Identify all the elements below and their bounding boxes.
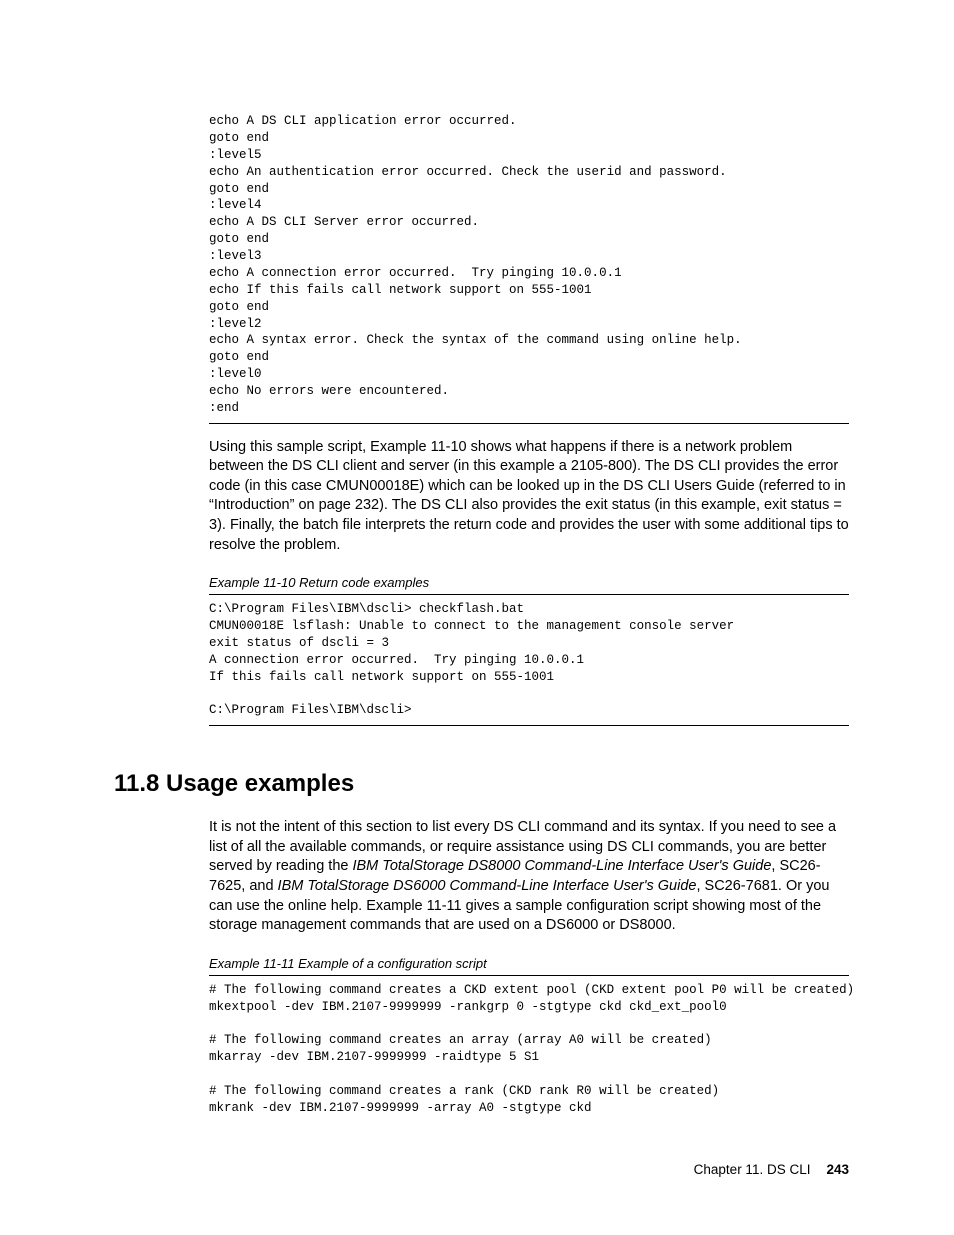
example-caption-11-10: Example 11-10 Return code examples [209,575,849,590]
page-footer: Chapter 11. DS CLI 243 [694,1162,849,1177]
paragraph-intro: Using this sample script, Example 11-10 … [209,438,849,555]
section-heading-usage: 11.8 Usage examples [114,770,849,798]
para2-italic2: IBM TotalStorage DS6000 Command-Line Int… [278,878,697,894]
paragraph-usage: It is not the intent of this section to … [209,818,849,935]
footer-page-number: 243 [826,1162,849,1177]
page: echo A DS CLI application error occurred… [0,0,954,1235]
code-block-returncodes: C:\Program Files\IBM\dscli> checkflash.b… [209,594,849,726]
footer-chapter: Chapter 11. DS CLI [694,1162,811,1177]
code-block-configscript: # The following command creates a CKD ex… [209,975,849,1123]
example-caption-11-11: Example 11-11 Example of a configuration… [209,956,849,971]
para2-italic1: IBM TotalStorage DS8000 Command-Line Int… [352,858,771,874]
code-block-errorlevels: echo A DS CLI application error occurred… [209,113,849,424]
